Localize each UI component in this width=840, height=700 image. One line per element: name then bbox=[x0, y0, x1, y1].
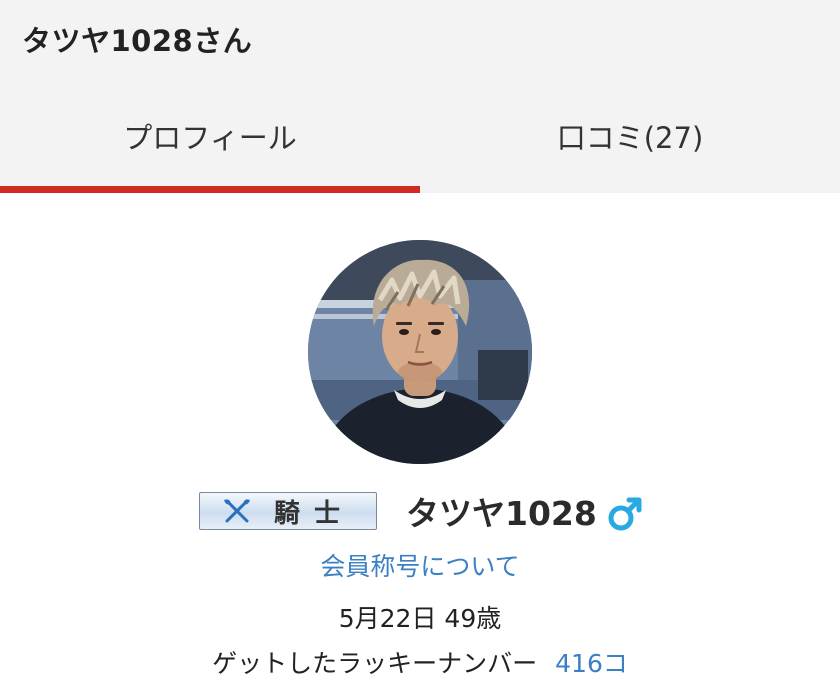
member-title-info-link[interactable]: 会員称号について bbox=[0, 547, 840, 583]
male-symbol-icon bbox=[608, 497, 642, 531]
tab-profile[interactable]: プロフィール bbox=[0, 88, 420, 193]
profile-header: タツヤ1028さん プロフィール 口コミ(27) bbox=[0, 0, 840, 193]
page-title: タツヤ1028さん bbox=[22, 24, 253, 58]
avatar-photo bbox=[308, 240, 532, 464]
avatar bbox=[308, 240, 532, 464]
lucky-number-label: ゲットしたラッキーナンバー bbox=[212, 649, 538, 678]
tab-reviews[interactable]: 口コミ(27) bbox=[420, 88, 840, 193]
rank-title: 騎士 bbox=[273, 498, 354, 529]
active-tab-indicator bbox=[0, 186, 420, 193]
birthday-age: 5月22日 49歳 bbox=[338, 604, 502, 633]
lucky-number-row: ゲットしたラッキーナンバー 416コ bbox=[0, 644, 840, 680]
rank-badge: 騎士 bbox=[199, 492, 377, 530]
username: タツヤ1028 bbox=[406, 494, 597, 533]
tab-reviews-label: 口コミ(27) bbox=[556, 120, 704, 155]
tab-profile-label: プロフィール bbox=[123, 120, 297, 155]
lucky-number-count[interactable]: 416コ bbox=[555, 649, 628, 678]
crossed-axes-icon bbox=[223, 499, 250, 523]
